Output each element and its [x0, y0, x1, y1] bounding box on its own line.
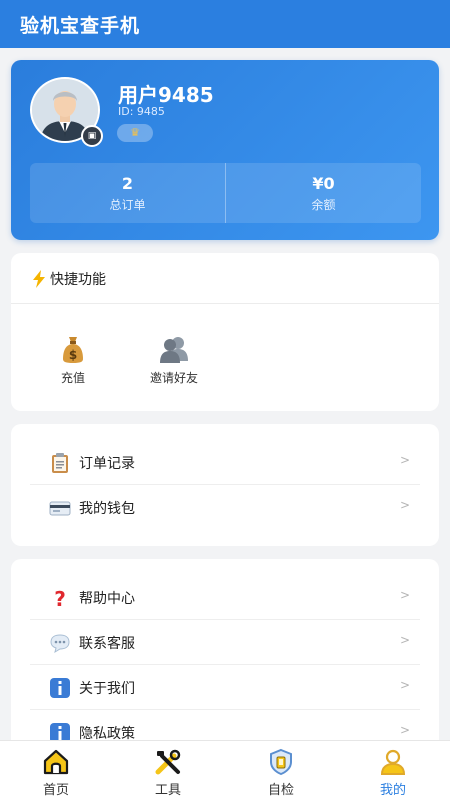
home-icon [43, 749, 69, 775]
menu-item-label: 隐私政策 [79, 726, 135, 740]
stat-balance[interactable]: ¥0 余额 [226, 163, 421, 223]
clipboard-icon [52, 453, 68, 473]
lightning-icon [33, 270, 45, 288]
recharge-label: 充值 [60, 371, 85, 385]
menu-item-order-records[interactable]: 订单记录 > [30, 440, 420, 485]
invite-friends-button[interactable]: 邀请好友 [124, 333, 224, 386]
crown-icon: ♛ [117, 124, 153, 142]
chevron-right-icon: > [399, 633, 410, 647]
svg-text:?: ? [54, 587, 66, 609]
orders-menu-card: 订单记录 > 我的钱包 > [11, 424, 439, 546]
tab-home[interactable]: 首页 [0, 741, 112, 800]
menu-item-privacy-policy[interactable]: 隐私政策 > [30, 710, 420, 740]
user-icon [380, 749, 406, 775]
avatar[interactable]: ▣ [30, 77, 104, 147]
stat-value: ¥0 [312, 174, 335, 193]
quick-actions-title: 快捷功能 [50, 272, 106, 288]
info-icon [50, 723, 70, 740]
chevron-right-icon: > [399, 588, 410, 602]
svg-text:$: $ [69, 348, 77, 362]
money-bag-icon: $ [63, 337, 83, 363]
menu-item-label: 帮助中心 [79, 591, 135, 607]
stat-value: 2 [121, 174, 134, 193]
people-icon [160, 337, 188, 363]
shield-icon [270, 748, 292, 776]
invite-friends-label: 邀请好友 [149, 371, 198, 385]
stat-label: 余额 [311, 198, 336, 212]
chat-bubble-icon [50, 634, 70, 654]
menu-item-about-us[interactable]: 关于我们 > [30, 665, 420, 710]
menu-item-contact-support[interactable]: 联系客服 > [30, 620, 420, 665]
tab-mine[interactable]: 我的 [337, 741, 449, 800]
username: 用户9485 [118, 83, 214, 107]
tab-tools[interactable]: 工具 [112, 741, 224, 800]
app-title: 验机宝查手机 [20, 15, 141, 37]
chevron-right-icon: > [399, 453, 410, 467]
menu-item-help-center[interactable]: ? 帮助中心 > [30, 575, 420, 620]
tab-label: 首页 [42, 783, 69, 798]
question-icon: ? [54, 587, 66, 609]
quick-actions-card: 快捷功能 $ 充值 邀请好友 [11, 253, 439, 411]
main-content[interactable]: ▣ 用户9485 ID: 9485 ♛ 2 总订单 ¥0 余额 快捷功能 $ 充… [0, 48, 450, 740]
tab-label: 我的 [379, 783, 406, 798]
stat-label: 总订单 [109, 198, 146, 212]
tab-self-check[interactable]: 自检 [225, 741, 337, 800]
menu-item-label: 关于我们 [79, 681, 135, 697]
tab-label: 工具 [154, 783, 181, 798]
chevron-right-icon: > [399, 498, 410, 512]
camera-icon[interactable]: ▣ [81, 125, 103, 147]
app-bar: 验机宝查手机 [0, 0, 450, 48]
tools-icon [155, 749, 181, 775]
stat-total-orders[interactable]: 2 总订单 [30, 163, 225, 223]
menu-item-my-wallet[interactable]: 我的钱包 > [30, 485, 420, 530]
user-id: ID: 9485 [118, 105, 165, 118]
chevron-right-icon: > [399, 723, 410, 737]
tab-label: 自检 [267, 783, 294, 798]
stats-panel: 2 总订单 ¥0 余额 [30, 163, 421, 223]
info-icon [50, 678, 70, 698]
quick-actions-header: 快捷功能 [11, 253, 439, 304]
chevron-right-icon: > [399, 678, 410, 692]
profile-card: ▣ 用户9485 ID: 9485 ♛ 2 总订单 ¥0 余额 [11, 60, 439, 240]
menu-item-label: 联系客服 [79, 636, 135, 652]
menu-item-label: 我的钱包 [79, 501, 135, 517]
support-menu-card: ? 帮助中心 > 联系客服 > 关于我们 > 隐私政策 > [11, 559, 439, 740]
recharge-button[interactable]: $ 充值 [23, 333, 123, 386]
credit-card-icon [49, 501, 71, 516]
menu-item-label: 订单记录 [79, 456, 135, 472]
bottom-tab-bar: 首页 工具 自检 我的 [0, 740, 450, 800]
